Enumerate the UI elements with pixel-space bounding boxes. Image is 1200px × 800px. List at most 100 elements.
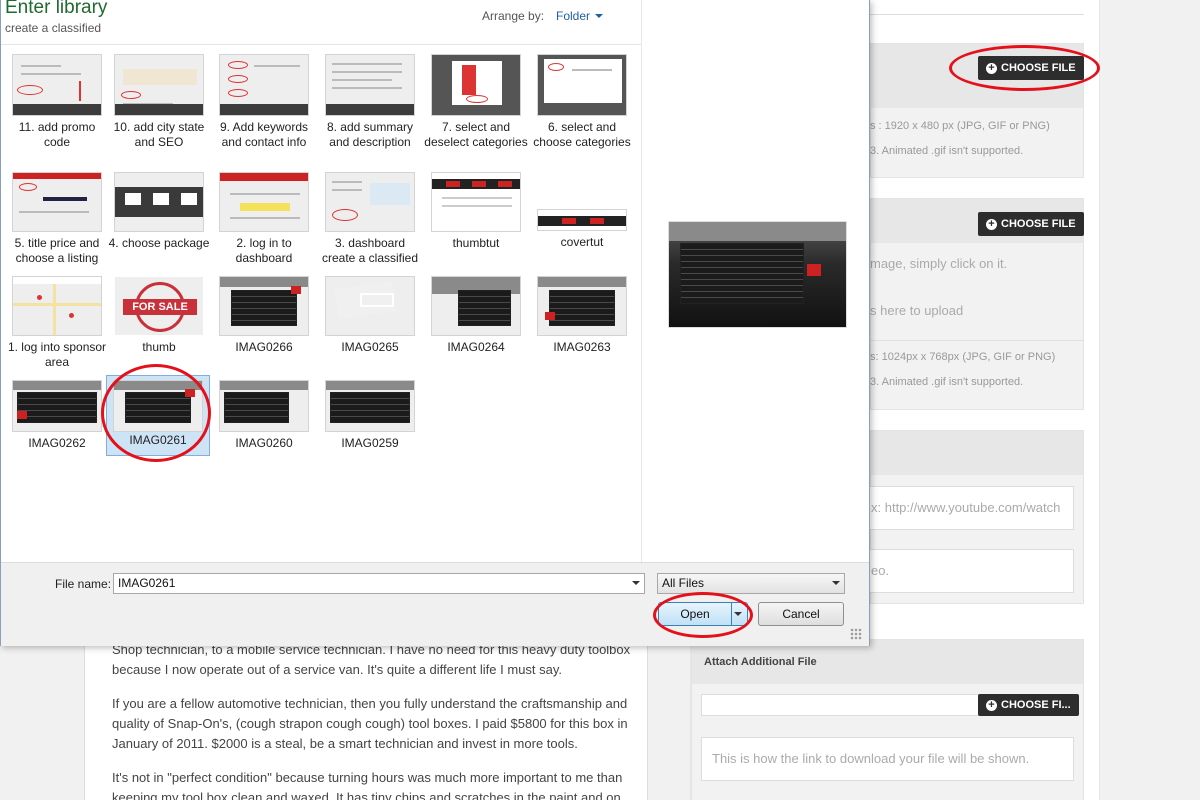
choose-file-button[interactable]: + CHOOSE FILE [978, 56, 1084, 80]
file-thumbnail [537, 54, 627, 116]
page-background-right [1100, 0, 1200, 800]
file-thumbnail [12, 276, 102, 336]
drop-upload-hint: s here to upload [870, 303, 964, 318]
file-tile[interactable]: IMAG0263 [530, 276, 634, 355]
listing-description: Shop technician, to a mobile service tec… [84, 636, 648, 800]
file-name: IMAG0263 [553, 340, 611, 354]
file-thumbnail [12, 172, 102, 232]
card-header [871, 431, 1083, 475]
for-sale-stamp-text: FOR SALE [123, 299, 197, 315]
file-tile[interactable]: 2. log in to dashboard [212, 172, 316, 266]
open-label: Open [680, 607, 710, 621]
arrange-by-dropdown[interactable]: Folder [556, 9, 604, 23]
file-thumbnail [114, 172, 204, 232]
file-thumbnail [12, 380, 102, 432]
file-thumbnail [114, 54, 204, 116]
file-tile[interactable]: IMAG0264 [424, 276, 528, 355]
file-name: 11. add promo code [18, 120, 96, 149]
file-thumbnail [219, 54, 309, 116]
file-tile[interactable]: 11. add promo code [5, 54, 109, 150]
file-name: 10. add city state and SEO [113, 120, 205, 149]
chevron-down-icon[interactable] [632, 581, 640, 585]
video-url-input[interactable]: x: http://www.youtube.com/watch [860, 486, 1074, 530]
file-type-select[interactable]: All Files [657, 573, 845, 594]
file-thumbnail [537, 276, 627, 336]
file-tile[interactable]: FOR SALE thumb [107, 276, 211, 355]
file-tile[interactable]: 10. add city state and SEO [107, 54, 211, 150]
library-subtitle: create a classified [5, 21, 102, 35]
file-name-input[interactable]: IMAG0261 [113, 573, 645, 594]
file-tile[interactable]: 4. choose package [107, 172, 211, 251]
file-tile[interactable]: IMAG0260 [212, 380, 316, 451]
file-tile[interactable]: 5. title price and choose a listing [5, 172, 109, 266]
file-tile[interactable]: IMAG0262 [5, 380, 109, 451]
file-thumbnail [219, 380, 309, 432]
chevron-down-icon [832, 581, 840, 585]
article-paragraph: If you are a fellow automotive technicia… [112, 696, 628, 751]
file-thumbnail [325, 172, 415, 232]
file-tile[interactable]: IMAG0265 [318, 276, 422, 355]
file-name: 3. dashboard create a classified [321, 236, 419, 265]
file-tile[interactable]: thumbtut [424, 172, 528, 251]
file-name: IMAG0259 [341, 436, 399, 450]
animated-gif-hint: 3. Animated .gif isn't supported. [870, 145, 1024, 157]
file-tile[interactable]: covertut [530, 172, 634, 250]
file-thumbnail [431, 54, 521, 116]
file-thumbnail [113, 380, 203, 432]
file-tile[interactable]: 3. dashboard create a classified [318, 172, 422, 266]
chevron-down-icon[interactable] [734, 612, 742, 616]
split-divider [731, 603, 732, 625]
file-name: 7. select and deselect categories [424, 120, 528, 149]
file-name: 5. title price and choose a listing [14, 236, 100, 265]
file-name: thumb [142, 340, 176, 354]
file-name: IMAG0261 [129, 433, 187, 447]
animated-gif-hint: 3. Animated .gif isn't supported. [870, 376, 1024, 388]
download-link-field: This is how the link to download your fi… [701, 737, 1074, 781]
file-name: thumbtut [452, 236, 500, 250]
file-name-value: IMAG0261 [118, 576, 176, 590]
file-thumbnail [431, 172, 521, 232]
divider [1, 44, 641, 45]
article-paragraph: Shop technician, to a mobile service tec… [112, 642, 631, 677]
attach-file-path[interactable] [701, 694, 979, 716]
file-name: IMAG0262 [28, 436, 86, 450]
plus-icon: + [986, 62, 997, 74]
arrange-by-label: Arrange by: [482, 9, 545, 23]
plus-icon: + [986, 699, 997, 711]
file-thumbnail [219, 172, 309, 232]
article-paragraph: It's not in "perfect condition" because … [112, 770, 623, 800]
file-tile[interactable]: 7. select and deselect categories [424, 54, 528, 150]
file-name: covertut [560, 235, 604, 249]
file-name: 4. choose package [108, 236, 210, 250]
open-button[interactable]: Open [658, 602, 748, 626]
cancel-button[interactable]: Cancel [758, 602, 844, 626]
file-name: IMAG0265 [341, 340, 399, 354]
arrange-by-value: Folder [556, 9, 591, 23]
file-name: 2. log in to dashboard [235, 236, 293, 265]
file-name: 1. log into sponsor area [7, 340, 107, 369]
file-tile[interactable]: 1. log into sponsor area [5, 276, 109, 370]
file-tile-selected[interactable]: IMAG0261 [106, 375, 210, 456]
resize-grip-icon[interactable] [850, 628, 862, 640]
file-tile[interactable]: 9. Add keywords and contact info [212, 54, 316, 150]
image-size-hint: s: 1024px x 768px (JPG, GIF or PNG) [870, 351, 1056, 363]
file-thumbnail [325, 380, 415, 432]
file-tile[interactable]: IMAG0266 [212, 276, 316, 355]
file-tile[interactable]: 6. select and choose categories [530, 54, 634, 150]
file-thumbnail: FOR SALE [114, 276, 204, 336]
file-name: IMAG0266 [235, 340, 293, 354]
file-thumbnail [325, 276, 415, 336]
choose-file-button-images[interactable]: + CHOOSE FILE [978, 212, 1084, 236]
choose-file-label: CHOOSE FI... [1001, 699, 1071, 711]
attach-file-title: Attach Additional File [704, 656, 817, 668]
file-thumbnail [12, 54, 102, 116]
video-preview-field: eo. [860, 549, 1074, 593]
choose-file-button-attach[interactable]: + CHOOSE FI... [978, 694, 1079, 716]
file-thumbnail [219, 276, 309, 336]
choose-file-label: CHOOSE FILE [1001, 62, 1076, 74]
file-name: IMAG0260 [235, 436, 293, 450]
file-tile[interactable]: IMAG0259 [318, 380, 422, 451]
file-tile[interactable]: 8. add summary and description [318, 54, 422, 150]
divider [870, 340, 1084, 341]
library-title: Enter library [5, 0, 108, 18]
